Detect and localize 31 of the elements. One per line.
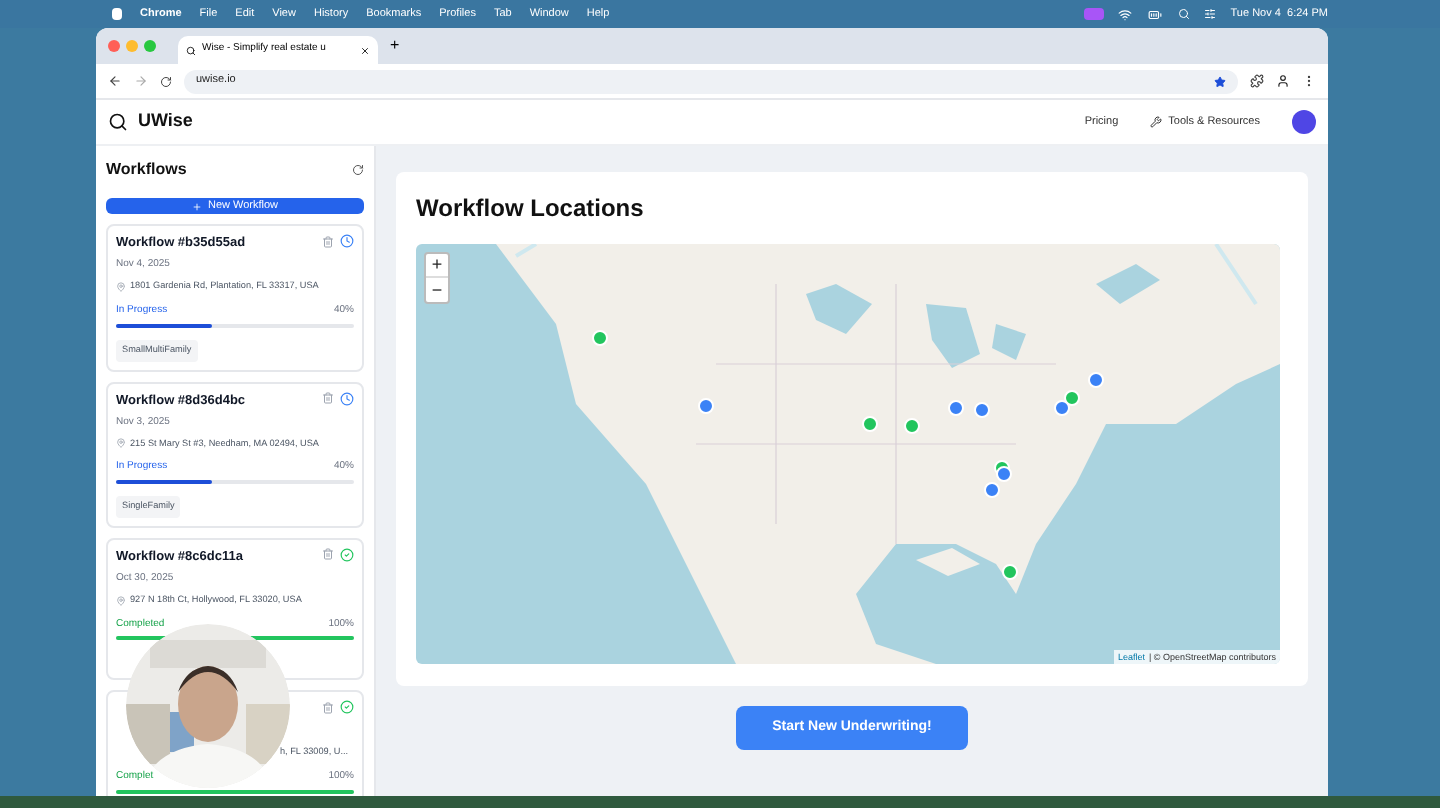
plus-icon: [191, 201, 202, 212]
pin-icon: [116, 282, 126, 293]
control-center-icon[interactable]: [1204, 8, 1217, 20]
more-icon[interactable]: [1302, 74, 1316, 88]
wrench-icon: [1150, 116, 1163, 128]
battery-icon[interactable]: [1146, 7, 1165, 21]
trash-icon[interactable]: [322, 548, 334, 561]
trash-icon[interactable]: [322, 235, 334, 248]
favicon-icon: [186, 45, 196, 55]
close-window-icon[interactable]: [108, 40, 120, 52]
search-icon[interactable]: [1178, 8, 1191, 20]
refresh-icon[interactable]: [352, 164, 364, 176]
sidebar-title: Workflows: [106, 158, 187, 182]
reload-icon[interactable]: [160, 75, 172, 87]
zoom-in-button[interactable]: +: [426, 254, 448, 278]
logo-icon: [108, 112, 128, 132]
pin-icon: [116, 595, 126, 606]
profile-icon[interactable]: [1276, 74, 1290, 88]
trash-icon[interactable]: [322, 701, 334, 714]
forward-icon[interactable]: [134, 74, 148, 88]
back-icon[interactable]: [108, 74, 122, 88]
brand-name[interactable]: UWise: [138, 108, 193, 136]
extensions-icon[interactable]: [1250, 74, 1264, 88]
trash-icon[interactable]: [322, 392, 334, 405]
avatar[interactable]: [1292, 110, 1316, 134]
map-title: Workflow Locations: [416, 192, 646, 226]
bookmark-star-icon[interactable]: [1214, 75, 1226, 87]
pin-icon: [116, 438, 126, 449]
wifi-icon[interactable]: [1118, 7, 1133, 21]
zoom-out-button[interactable]: −: [426, 278, 448, 302]
new-tab-button[interactable]: +: [384, 34, 406, 58]
